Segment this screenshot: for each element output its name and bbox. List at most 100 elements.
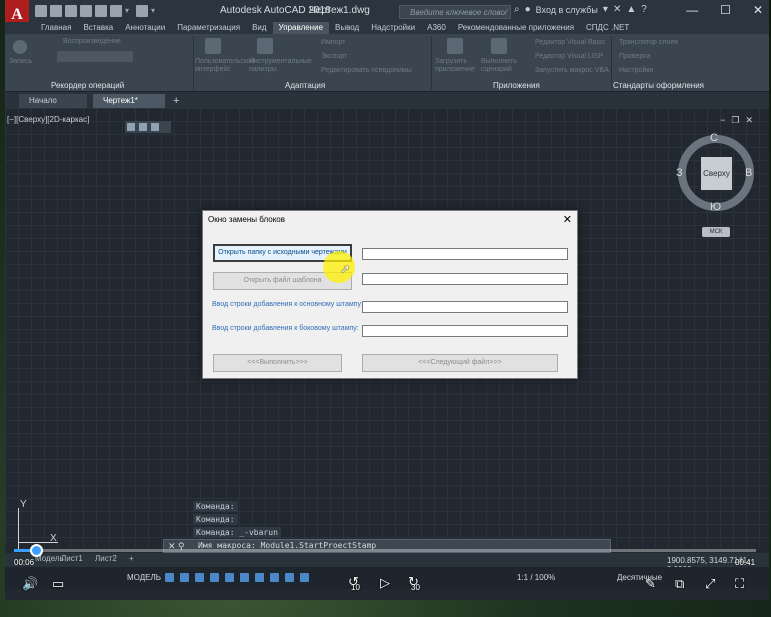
- osnap-icon[interactable]: [151, 123, 159, 131]
- edit-aliases-button[interactable]: Редактировать псевдонимы: [321, 67, 412, 74]
- undo-dropdown-icon[interactable]: ▾: [125, 5, 133, 17]
- maximize-button[interactable]: ☐: [720, 3, 731, 17]
- video-progress-bar[interactable]: [14, 544, 756, 557]
- cui-button[interactable]: Пользовательский интерфейс: [195, 58, 255, 74]
- osnap-toggle-icon[interactable]: [225, 573, 234, 582]
- screenshot-icon[interactable]: ⧉: [675, 576, 684, 592]
- compass-north[interactable]: С: [710, 132, 718, 144]
- viewcube-face[interactable]: Сверху: [701, 157, 732, 190]
- new-tab-icon[interactable]: +: [173, 95, 179, 107]
- tab-spds[interactable]: СПДС .NET: [580, 22, 635, 34]
- tab-a360[interactable]: A360: [421, 22, 452, 34]
- dialog-close-icon[interactable]: ✕: [563, 213, 572, 226]
- viewport-close-icon[interactable]: ✕: [745, 115, 753, 126]
- ortho-toggle-icon[interactable]: [195, 573, 204, 582]
- polar-toggle-icon[interactable]: [210, 573, 219, 582]
- folder-path-field[interactable]: [362, 248, 568, 260]
- redo-icon[interactable]: [136, 5, 148, 17]
- tab-layout1[interactable]: Лист1: [61, 554, 83, 563]
- import-button[interactable]: Импорт: [321, 39, 345, 46]
- wcs-menu[interactable]: МСК: [702, 227, 730, 237]
- vlisp-editor-button[interactable]: Редактор Visual LISP: [535, 53, 603, 60]
- tool-palettes-button[interactable]: Инструментальные палитры: [249, 58, 312, 74]
- user-icon[interactable]: ●: [525, 4, 531, 15]
- exchange-icon[interactable]: ✕: [613, 4, 621, 15]
- tab-addins[interactable]: Надстройки: [365, 22, 421, 34]
- lineweight-toggle-icon[interactable]: [255, 573, 264, 582]
- qat-customize-icon[interactable]: ▾: [151, 5, 159, 17]
- annotation-monitor-icon[interactable]: [300, 573, 309, 582]
- execute-button[interactable]: <<<Выполнить>>>: [213, 354, 342, 372]
- compass-south[interactable]: Ю: [710, 201, 721, 213]
- save-icon[interactable]: [65, 5, 77, 17]
- compass-west[interactable]: З: [676, 167, 683, 179]
- panel-action-recorder[interactable]: Рекордер операций: [51, 81, 124, 90]
- print-icon[interactable]: [95, 5, 107, 17]
- next-file-button[interactable]: <<<Следующий файл>>>: [362, 354, 558, 372]
- play-button[interactable]: Воспроизведение: [63, 38, 121, 45]
- open-icon[interactable]: [50, 5, 62, 17]
- tab-drawing1[interactable]: Чертеж1*: [93, 94, 165, 108]
- snap-toggle-icon[interactable]: [180, 573, 189, 582]
- record-icon[interactable]: [13, 40, 27, 54]
- side-stamp-field[interactable]: [362, 325, 568, 337]
- tab-annotate[interactable]: Аннотации: [119, 22, 171, 34]
- vb-editor-button[interactable]: Редактор Visual Basic: [535, 39, 605, 46]
- run-vba-button[interactable]: Запустить макрос VBA: [535, 67, 609, 74]
- viewport-minimize-icon[interactable]: −: [720, 115, 725, 126]
- tab-manage[interactable]: Управление: [272, 22, 330, 34]
- add-layout-icon[interactable]: +: [129, 554, 134, 563]
- tab-insert[interactable]: Вставка: [77, 22, 119, 34]
- search-input[interactable]: Введите ключевое слово/фразу: [399, 5, 511, 31]
- run-script-icon[interactable]: [491, 38, 507, 54]
- signin-button[interactable]: Вход в службы: [536, 5, 598, 15]
- record-button[interactable]: Запись: [9, 58, 32, 65]
- macro-select[interactable]: [57, 51, 133, 62]
- cart-icon[interactable]: ▾: [603, 4, 608, 15]
- tool-palettes-icon[interactable]: [257, 38, 273, 54]
- viewport-controls[interactable]: [−][Сверху][2D-каркас]: [7, 115, 89, 124]
- binoculars-icon[interactable]: ⌕: [514, 4, 520, 15]
- grid-icon[interactable]: [127, 123, 135, 131]
- tab-view[interactable]: Вид: [246, 22, 272, 34]
- tab-parametric[interactable]: Параметризация: [171, 22, 246, 34]
- export-button[interactable]: Экспорт: [321, 53, 347, 60]
- grid-toggle-icon[interactable]: [165, 573, 174, 582]
- tab-layout2[interactable]: Лист2: [95, 554, 117, 563]
- tab-home[interactable]: Главная: [35, 22, 77, 34]
- close-button[interactable]: ✕: [753, 3, 763, 17]
- save-as-icon[interactable]: [80, 5, 92, 17]
- tab-output[interactable]: Вывод: [329, 22, 365, 34]
- transparency-toggle-icon[interactable]: [270, 573, 279, 582]
- tab-featured-apps[interactable]: Рекомендованные приложения: [452, 22, 580, 34]
- pen-icon[interactable]: ✎: [645, 576, 656, 592]
- selection-cycle-icon[interactable]: [285, 573, 294, 582]
- otrack-toggle-icon[interactable]: [240, 573, 249, 582]
- panel-applications[interactable]: Приложения: [493, 81, 540, 90]
- load-app-icon[interactable]: [447, 38, 463, 54]
- model-space-toggle[interactable]: МОДЕЛЬ: [127, 573, 161, 582]
- help-icon[interactable]: ?: [641, 4, 647, 15]
- compass-east[interactable]: В: [745, 167, 752, 179]
- main-stamp-field[interactable]: [362, 301, 568, 313]
- new-icon[interactable]: [35, 5, 47, 17]
- run-script-button[interactable]: Выполнить сценарий: [481, 58, 521, 74]
- play-icon[interactable]: ▷: [380, 575, 390, 591]
- viewport-restore-icon[interactable]: ❐: [731, 115, 739, 126]
- tab-start[interactable]: Начало: [19, 94, 87, 108]
- captions-icon[interactable]: ▭: [52, 576, 64, 592]
- load-app-button[interactable]: Загрузить приложение: [435, 58, 479, 74]
- fullscreen-icon[interactable]: ⛶: [735, 576, 744, 592]
- volume-icon[interactable]: 🔊: [22, 576, 38, 592]
- autodesk-a-icon[interactable]: ▲: [626, 4, 636, 15]
- template-path-field[interactable]: [362, 273, 568, 285]
- minimize-button[interactable]: —: [686, 3, 698, 17]
- snap-icon[interactable]: [139, 123, 147, 131]
- check-standards-button[interactable]: Проверка: [619, 53, 650, 60]
- layer-translator-button[interactable]: Транслятор слоев: [619, 39, 678, 46]
- configure-standards-button[interactable]: Настройки: [619, 67, 653, 74]
- undo-icon[interactable]: [110, 5, 122, 17]
- annotation-scale[interactable]: 1:1 / 100%: [517, 573, 555, 582]
- picture-in-picture-icon[interactable]: ⤢: [705, 576, 715, 592]
- cui-icon[interactable]: [205, 38, 221, 54]
